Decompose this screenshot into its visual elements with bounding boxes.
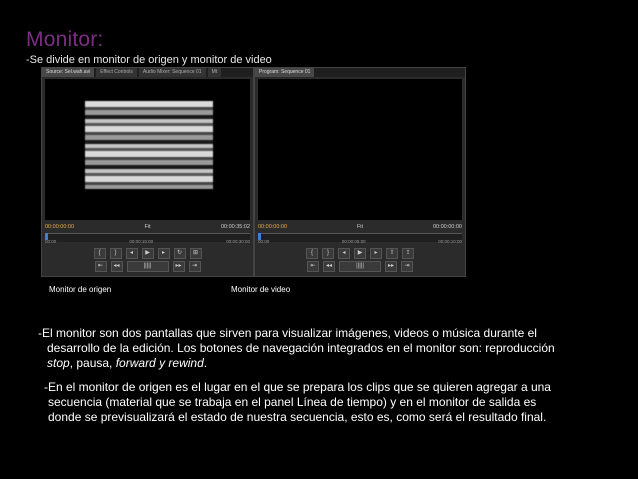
play-icon[interactable]: ▶ xyxy=(354,248,366,259)
loop-icon[interactable]: ↻ xyxy=(173,248,186,259)
extract-icon[interactable]: ⇪ xyxy=(402,248,414,259)
go-to-out-icon[interactable]: ⇥ xyxy=(188,261,201,272)
program-fit-select[interactable]: Fit xyxy=(357,224,363,230)
source-transport-row-1: { } ◂ ▶ ▸ ↻ ⊞ xyxy=(82,248,213,259)
step-forward-icon[interactable]: ▸ xyxy=(370,248,382,259)
mark-out-icon[interactable]: } xyxy=(109,248,122,259)
ruler-label: 00:00:10:00 xyxy=(438,239,462,244)
program-monitor-panel: Program: Sequence 01 00:00:00:00 Fit 00:… xyxy=(254,67,466,277)
forward-icon[interactable]: ▸▸ xyxy=(385,261,397,272)
ruler-label: 00:00 xyxy=(258,239,270,244)
term-forward-rewind: forward y rewind xyxy=(115,356,204,370)
tab-more[interactable]: Mt xyxy=(207,68,222,77)
paragraph-line: -El monitor son dos pantallas que sirven… xyxy=(38,326,537,340)
program-timecode-row: 00:00:00:00 Fit 00:00:00:00 xyxy=(258,223,462,231)
go-to-in-icon[interactable]: ⇤ xyxy=(94,261,107,272)
step-forward-icon[interactable]: ▸ xyxy=(157,248,170,259)
tab-source[interactable]: Source: Sel.wah.avi xyxy=(42,68,95,77)
paragraph-line: stop, pausa, forward y rewind. xyxy=(38,356,598,371)
rewind-icon[interactable]: ◂◂ xyxy=(323,261,335,272)
subtitle: -Se divide en monitor de origen y monito… xyxy=(26,54,272,66)
paragraph-line: -En el monitor de origen es el lugar en … xyxy=(44,380,551,394)
lift-icon[interactable]: ⇧ xyxy=(386,248,398,259)
rewind-icon[interactable]: ◂◂ xyxy=(110,261,123,272)
ruler-label: 00:00:30:00 xyxy=(226,239,250,244)
tab-program[interactable]: Program: Sequence 01 xyxy=(255,68,315,77)
paragraph-source-monitor: -En el monitor de origen es el lugar en … xyxy=(44,380,604,425)
go-to-out-icon[interactable]: ⇥ xyxy=(401,261,413,272)
program-tab-bar: Program: Sequence 01 xyxy=(255,68,465,77)
ruler-label: 00:00:15:00 xyxy=(129,239,154,244)
page-title: Monitor: xyxy=(26,28,104,51)
program-video-view xyxy=(258,79,462,220)
program-timecode-out: 00:00:00:00 xyxy=(432,224,462,230)
video-frame xyxy=(85,101,213,189)
ruler-label: 00:00:05:00 xyxy=(341,239,366,244)
paragraph-line: donde se previsualizará el estado de nue… xyxy=(48,410,547,424)
ruler-label: 00:00 xyxy=(45,239,57,244)
jog-shuttle[interactable]: ||||| xyxy=(126,261,169,272)
source-video-view xyxy=(45,79,250,220)
paragraph-line: desarrollo de la edición. Los botones de… xyxy=(47,341,555,355)
source-tab-bar: Source: Sel.wah.avi Effect Controls Audi… xyxy=(42,68,253,77)
jog-shuttle[interactable]: ||||| xyxy=(339,261,381,272)
term-stop: stop xyxy=(47,356,70,370)
mark-in-icon[interactable]: { xyxy=(306,248,318,259)
text-fragment: . xyxy=(203,356,208,370)
mark-out-icon[interactable]: } xyxy=(322,248,334,259)
source-fit-select[interactable]: Fit xyxy=(144,224,150,230)
tab-audio-mixer[interactable]: Audio Mixer: Sequence 01 xyxy=(138,68,206,77)
program-timecode-in[interactable]: 00:00:00:00 xyxy=(258,224,287,230)
source-timecode-in[interactable]: 00:00:00:00 xyxy=(45,224,74,230)
go-to-in-icon[interactable]: ⇤ xyxy=(307,261,319,272)
program-ruler-labels: 00:00 00:00:05:00 00:00:10:00 xyxy=(258,239,462,246)
step-back-icon[interactable]: ◂ xyxy=(125,248,138,259)
caption-video-monitor: Monitor de video xyxy=(231,285,291,294)
program-transport-row-1: { } ◂ ▶ ▸ ⇧ ⇪ xyxy=(295,248,425,259)
source-timecode-row: 00:00:00:00 Fit 00:00:35:02 xyxy=(45,223,250,231)
forward-icon[interactable]: ▸▸ xyxy=(172,261,185,272)
play-icon[interactable]: ▶ xyxy=(141,248,154,259)
paragraph-monitor-description: -El monitor son dos pantallas que sirven… xyxy=(38,326,598,371)
source-transport-row-2: ⇤ ◂◂ ||||| ▸▸ ⇥ xyxy=(82,261,213,272)
source-timecode-out: 00:00:35:02 xyxy=(220,224,250,230)
source-monitor-panel: Source: Sel.wah.avi Effect Controls Audi… xyxy=(41,67,254,277)
mark-in-icon[interactable]: { xyxy=(93,248,106,259)
source-ruler-labels: 00:00 00:00:15:00 00:00:30:00 xyxy=(45,239,250,246)
text-fragment: , pausa, xyxy=(69,356,116,370)
step-back-icon[interactable]: ◂ xyxy=(338,248,350,259)
insert-icon[interactable]: ⊞ xyxy=(189,248,202,259)
tab-effect-controls[interactable]: Effect Controls xyxy=(96,68,137,77)
caption-source-monitor: Monitor de origen xyxy=(49,285,112,294)
program-transport-row-2: ⇤ ◂◂ ||||| ▸▸ ⇥ xyxy=(295,261,425,272)
paragraph-line: secuencia (material que se trabaja en el… xyxy=(48,395,537,409)
